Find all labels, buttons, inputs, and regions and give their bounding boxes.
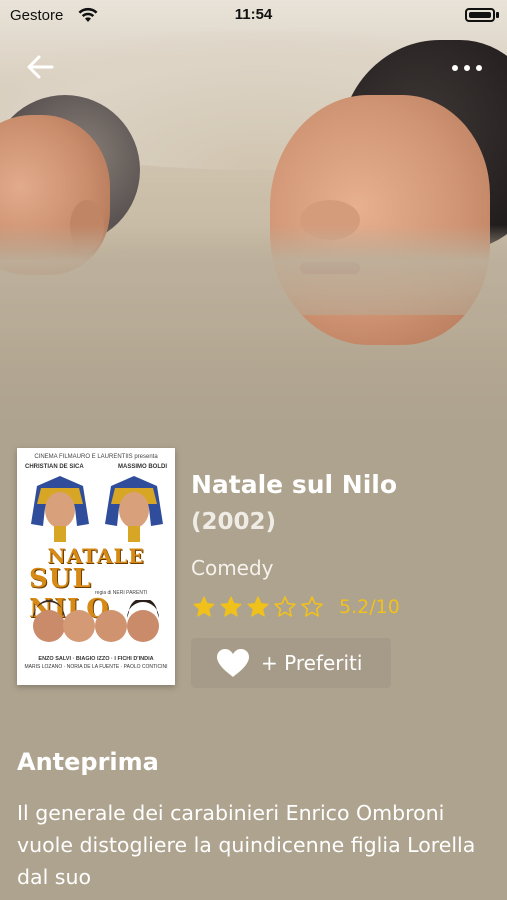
- movie-title: Natale sul Nilo: [191, 470, 398, 499]
- status-bar: Gestore 11:54: [0, 0, 507, 30]
- clock: 11:54: [234, 6, 273, 23]
- overview-heading: Anteprima: [17, 748, 159, 776]
- battery-icon: [465, 8, 495, 22]
- poster-actor-right: MASSIMO BOLDI: [118, 464, 167, 470]
- movie-genre: Comedy: [191, 556, 274, 580]
- rating-row: 5.2/10: [192, 594, 400, 620]
- back-arrow-icon[interactable]: [22, 50, 58, 84]
- rating-value: 5.2/10: [339, 596, 400, 618]
- poster-credit: regia di NERI PARENTI: [95, 590, 148, 596]
- battery-tip-icon: [496, 12, 499, 18]
- poster-cast-line1: ENZO SALVI · BIAGIO IZZO · I FICHI D'IND…: [38, 656, 154, 662]
- poster-actor-names: CHRISTIAN DE SICA MASSIMO BOLDI: [25, 464, 167, 470]
- movie-poster: CINEMA FILMAURO E LAURENTIIS presenta CH…: [17, 448, 175, 685]
- star-empty-icon: [301, 596, 323, 617]
- poster-pharaoh-left-image: [31, 476, 89, 542]
- poster-top-text: CINEMA FILMAURO E LAURENTIIS presenta: [34, 454, 158, 460]
- add-favorite-button[interactable]: + Preferiti: [191, 638, 391, 688]
- star-full-icon: [193, 596, 215, 617]
- star-empty-icon: [274, 596, 296, 617]
- more-options-icon[interactable]: [449, 58, 485, 78]
- star-full-icon: [220, 596, 242, 617]
- movie-year: (2002): [191, 509, 277, 535]
- overview-text: Il generale dei carabinieri Enrico Ombro…: [17, 801, 476, 889]
- add-favorite-label: + Preferiti: [261, 651, 363, 675]
- poster-cast-line2: MARIS LOZANO · NORIA DE LA FUENTE · PAOL…: [24, 664, 168, 670]
- star-full-icon: [247, 596, 269, 617]
- backdrop-sand: [0, 225, 507, 315]
- backdrop-image: [0, 0, 507, 430]
- heart-icon: [217, 649, 249, 677]
- poster-pharaoh-right-image: [105, 476, 163, 542]
- poster-actor-left: CHRISTIAN DE SICA: [25, 464, 84, 470]
- poster-cast-faces-image: [33, 600, 159, 642]
